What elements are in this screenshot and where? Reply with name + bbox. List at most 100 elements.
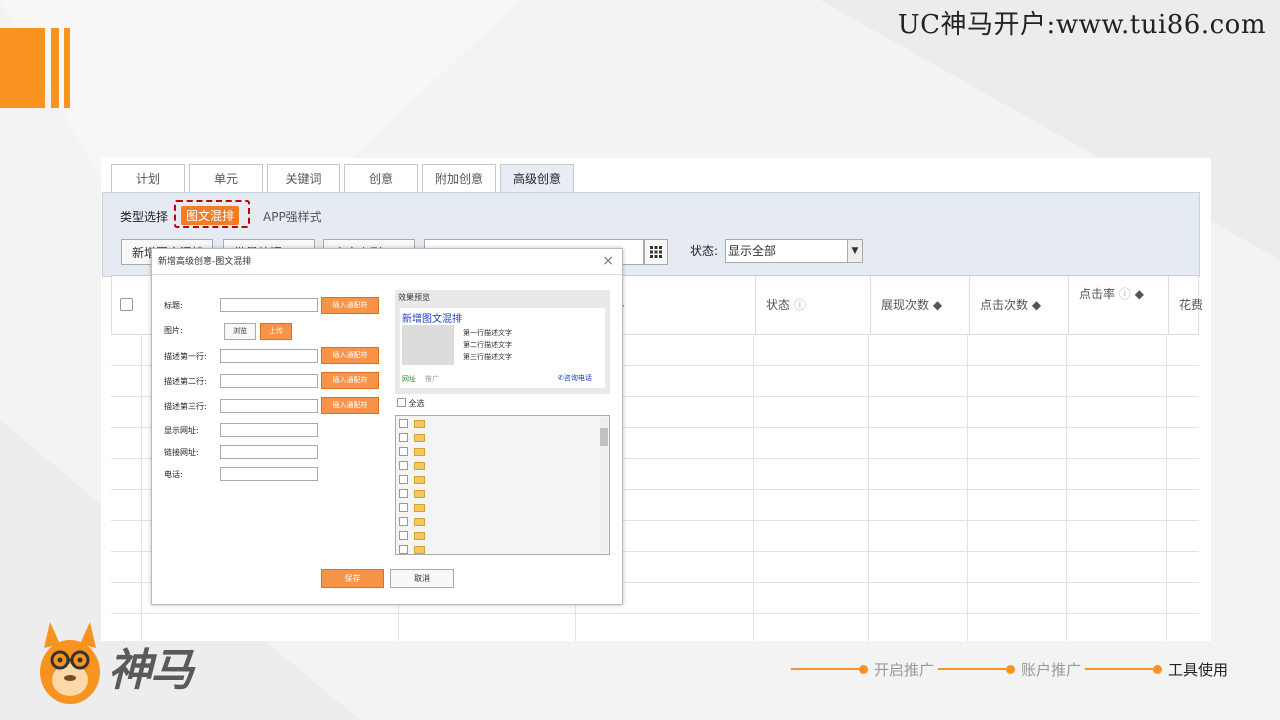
sort-icon[interactable]: ◆ <box>933 298 942 312</box>
sort-icon[interactable]: ◆ <box>1135 287 1144 301</box>
sort-icon[interactable]: ◆ <box>1032 298 1041 312</box>
tab-unit[interactable]: 单元 <box>189 164 263 192</box>
folder-icon <box>414 448 425 456</box>
file-list <box>395 415 610 555</box>
nav-step-account[interactable]: 账户推广 <box>1021 659 1081 680</box>
folder-icon <box>414 518 425 526</box>
checkbox[interactable] <box>399 475 408 484</box>
desc3-input[interactable] <box>220 399 318 413</box>
tab-bar: 计划 单元 关键词 创意 附加创意 高级创意 <box>101 158 1211 193</box>
column-divider <box>1166 335 1167 641</box>
phone-input[interactable] <box>220 467 318 481</box>
folder-icon <box>414 420 425 428</box>
browse-button[interactable]: 浏览 <box>224 323 256 340</box>
scrollbar-thumb[interactable] <box>600 428 608 446</box>
tab-creative[interactable]: 创意 <box>344 164 418 192</box>
checkbox[interactable] <box>399 545 408 554</box>
column-cost[interactable]: 花费 <box>1168 276 1208 334</box>
save-button[interactable]: 保存 <box>321 569 384 588</box>
table-row <box>111 614 1199 641</box>
nav-connector <box>937 668 1006 670</box>
type-option-app[interactable]: APP强样式 <box>263 208 322 225</box>
nav-step-tools[interactable]: 工具使用 <box>1168 659 1228 680</box>
column-status[interactable]: 状态 ⓘ <box>755 276 870 334</box>
preview-phone: ✆咨询电话 <box>558 374 592 382</box>
accent-bar-large <box>0 28 45 108</box>
desc1-label: 描述第一行: <box>164 352 207 361</box>
status-value: 显示全部 <box>728 244 777 258</box>
grid-icon[interactable] <box>644 239 668 265</box>
checkbox[interactable] <box>399 503 408 512</box>
checkbox[interactable] <box>397 398 406 407</box>
link-url-input[interactable] <box>220 445 318 459</box>
folder-icon <box>414 434 425 442</box>
list-item[interactable] <box>399 418 429 430</box>
status-select[interactable]: 显示全部 ▼ <box>725 239 863 263</box>
column-ctr[interactable]: 点击率 ⓘ ◆ <box>1068 276 1168 334</box>
folder-icon <box>414 532 425 540</box>
checkbox[interactable] <box>399 517 408 526</box>
list-item[interactable] <box>399 488 429 500</box>
checkbox[interactable] <box>399 447 408 456</box>
preview-panel: 效果预览 新增图文混排 第一行描述文字 第二行描述文字 第三行描述文字 网址 推… <box>395 290 610 394</box>
chevron-down-icon[interactable]: ▼ <box>847 240 862 262</box>
desc1-input[interactable] <box>220 349 318 363</box>
checkbox[interactable] <box>399 419 408 428</box>
accent-bar-thin <box>64 28 70 108</box>
list-item[interactable] <box>399 544 429 554</box>
column-divider <box>753 335 754 641</box>
folder-icon <box>414 476 425 484</box>
list-item[interactable] <box>399 502 429 514</box>
folder-icon <box>414 504 425 512</box>
tab-advanced-creative[interactable]: 高级创意 <box>500 164 574 193</box>
checkbox[interactable] <box>399 433 408 442</box>
insert-wildcard-button[interactable]: 插入通配符 <box>321 372 379 389</box>
close-icon[interactable]: × <box>602 253 614 269</box>
desc2-input[interactable] <box>220 374 318 388</box>
column-clicks[interactable]: 点击次数 ◆ <box>969 276 1068 334</box>
preview-line1: 第一行描述文字 <box>463 329 512 337</box>
nav-step-start[interactable]: 开启推广 <box>874 659 934 680</box>
insert-wildcard-button[interactable]: 插入通配符 <box>321 297 379 314</box>
accent-bar-mid <box>51 28 59 108</box>
link-url-label: 链接网址: <box>164 448 199 457</box>
nav-dot <box>1005 664 1015 674</box>
desc3-label: 描述第三行: <box>164 402 207 411</box>
column-impressions[interactable]: 展现次数 ◆ <box>870 276 969 334</box>
checkbox[interactable] <box>399 531 408 540</box>
select-all-row[interactable]: 全选 <box>397 398 425 409</box>
status-label: 状态: <box>690 244 719 258</box>
checkbox[interactable] <box>399 489 408 498</box>
tab-plan[interactable]: 计划 <box>111 164 185 192</box>
list-item[interactable] <box>399 446 429 458</box>
insert-wildcard-button[interactable]: 插入通配符 <box>321 397 379 414</box>
help-icon[interactable]: ⓘ <box>1119 287 1131 301</box>
display-url-input[interactable] <box>220 423 318 437</box>
list-item[interactable] <box>399 432 429 444</box>
preview-line2: 第二行描述文字 <box>463 341 512 349</box>
column-divider <box>1066 335 1067 641</box>
tab-keyword[interactable]: 关键词 <box>267 164 340 192</box>
insert-wildcard-button[interactable]: 插入通配符 <box>321 347 379 364</box>
list-item[interactable] <box>399 460 429 472</box>
preview-line3: 第三行描述文字 <box>463 353 512 361</box>
title-input[interactable] <box>220 298 318 312</box>
preview-title: 新增图文混排 <box>402 314 462 325</box>
checkbox[interactable] <box>399 461 408 470</box>
upload-button[interactable]: 上传 <box>260 323 292 340</box>
folder-icon <box>414 490 425 498</box>
column-divider <box>868 335 869 641</box>
list-item[interactable] <box>399 516 429 528</box>
screenshot-panel: 计划 单元 关键词 创意 附加创意 高级创意 类型选择 图文混排 APP强样式 … <box>101 158 1211 641</box>
tab-extra-creative[interactable]: 附加创意 <box>422 164 496 192</box>
list-item[interactable] <box>399 474 429 486</box>
nav-dot <box>858 664 868 674</box>
cancel-button[interactable]: 取消 <box>390 569 454 588</box>
scrollbar[interactable] <box>600 418 608 552</box>
help-icon[interactable]: ⓘ <box>794 298 806 312</box>
preview-promo: 推广 <box>425 375 439 383</box>
title-label: 标题: <box>164 301 183 310</box>
select-all-checkbox[interactable] <box>120 298 133 311</box>
list-item[interactable] <box>399 530 429 542</box>
footer-progress-nav: 开启推广 账户推广 工具使用 <box>787 658 1228 680</box>
